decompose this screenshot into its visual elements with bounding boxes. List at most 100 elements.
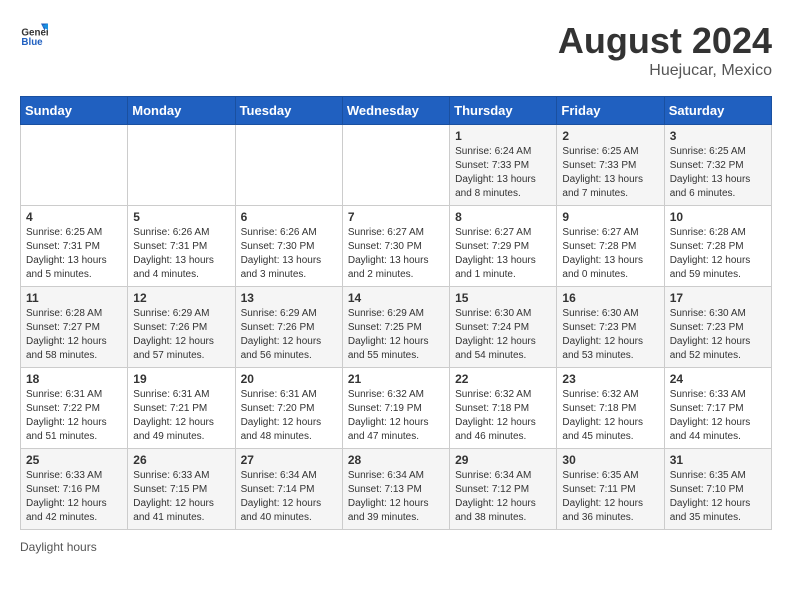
- calendar-cell: 31 Sunrise: 6:35 AM Sunset: 7:10 PM Dayli…: [664, 449, 771, 530]
- calendar-cell: 27Sunrise: 6:34 AM Sunset: 7:14 PM Dayli…: [235, 449, 342, 530]
- day-info: Sunrise: 6:32 AM Sunset: 7:19 PM Dayligh…: [348, 388, 444, 444]
- day-info: Sunrise: 6:26 AM Sunset: 7:31 PM Dayligh…: [133, 226, 229, 282]
- calendar-cell: 22 Sunrise: 6:32 AM Sunset: 7:18 PM Dayli…: [450, 368, 557, 449]
- calendar-cell: 24 Sunrise: 6:33 AM Sunset: 7:17 PM Dayli…: [664, 368, 771, 449]
- calendar-cell: 25 Sunrise: 6:33 AM Sunset: 7:16 PM Dayli…: [21, 449, 128, 530]
- calendar-cell: 12Sunrise: 6:29 AM Sunset: 7:26 PM Dayli…: [128, 287, 235, 368]
- day-info: Sunrise: 6:28 AM Sunset: 7:27 PM Dayligh…: [26, 307, 122, 363]
- day-number: 24: [670, 372, 766, 386]
- day-number: 17: [670, 291, 766, 305]
- day-number: 25: [26, 453, 122, 467]
- day-info: Sunrise: 6:25 AM Sunset: 7:33 PM Dayligh…: [562, 145, 658, 201]
- title-block: August 2024 Huejucar, Mexico: [558, 20, 772, 80]
- calendar-cell: 20Sunrise: 6:31 AM Sunset: 7:20 PM Dayli…: [235, 368, 342, 449]
- day-number: 29: [455, 453, 551, 467]
- calendar-cell: 16 Sunrise: 6:30 AM Sunset: 7:23 PM Dayli…: [557, 287, 664, 368]
- day-info: Sunrise: 6:29 AM Sunset: 7:25 PM Dayligh…: [348, 307, 444, 363]
- day-info: Sunrise: 6:30 AM Sunset: 7:24 PM Dayligh…: [455, 307, 551, 363]
- day-number: 14: [348, 291, 444, 305]
- day-info: Sunrise: 6:32 AM Sunset: 7:18 PM Dayligh…: [455, 388, 551, 444]
- day-info: Sunrise: 6:26 AM Sunset: 7:30 PM Dayligh…: [241, 226, 337, 282]
- day-number: 22: [455, 372, 551, 386]
- day-info: Sunrise: 6:29 AM Sunset: 7:26 PM Dayligh…: [241, 307, 337, 363]
- calendar-cell: 6 Sunrise: 6:26 AM Sunset: 7:30 PM Daylig…: [235, 206, 342, 287]
- calendar-table: SundayMondayTuesdayWednesdayThursdayFrid…: [20, 96, 772, 530]
- calendar-cell: 18 Sunrise: 6:31 AM Sunset: 7:22 PM Dayli…: [21, 368, 128, 449]
- day-number: 18: [26, 372, 122, 386]
- day-number: 28: [348, 453, 444, 467]
- day-info: Sunrise: 6:31 AM Sunset: 7:22 PM Dayligh…: [26, 388, 122, 444]
- calendar-cell: 29 Sunrise: 6:34 AM Sunset: 7:12 PM Dayli…: [450, 449, 557, 530]
- calendar-cell: 17 Sunrise: 6:30 AM Sunset: 7:23 PM Dayli…: [664, 287, 771, 368]
- day-info: Sunrise: 6:34 AM Sunset: 7:13 PM Dayligh…: [348, 469, 444, 525]
- month-year: August 2024: [558, 20, 772, 62]
- day-info: Sunrise: 6:30 AM Sunset: 7:23 PM Dayligh…: [562, 307, 658, 363]
- day-number: 19: [133, 372, 229, 386]
- day-number: 5: [133, 210, 229, 224]
- weekday-header-friday: Friday: [557, 97, 664, 125]
- day-number: 4: [26, 210, 122, 224]
- calendar-cell: 14 Sunrise: 6:29 AM Sunset: 7:25 PM Dayli…: [342, 287, 449, 368]
- calendar-cell: 3Sunrise: 6:25 AM Sunset: 7:32 PM Daylig…: [664, 125, 771, 206]
- calendar-cell: 30 Sunrise: 6:35 AM Sunset: 7:11 PM Dayli…: [557, 449, 664, 530]
- day-info: Sunrise: 6:30 AM Sunset: 7:23 PM Dayligh…: [670, 307, 766, 363]
- logo: General Blue: [20, 20, 48, 48]
- day-number: 30: [562, 453, 658, 467]
- weekday-header-saturday: Saturday: [664, 97, 771, 125]
- day-number: 13: [241, 291, 337, 305]
- day-info: Sunrise: 6:27 AM Sunset: 7:29 PM Dayligh…: [455, 226, 551, 282]
- day-number: 3: [670, 129, 766, 143]
- calendar-cell: 5 Sunrise: 6:26 AM Sunset: 7:31 PM Daylig…: [128, 206, 235, 287]
- day-number: 1: [455, 129, 551, 143]
- logo-icon: General Blue: [20, 20, 48, 48]
- day-number: 27: [241, 453, 337, 467]
- calendar-cell: 15 Sunrise: 6:30 AM Sunset: 7:24 PM Dayli…: [450, 287, 557, 368]
- footer: Daylight hours: [20, 540, 772, 554]
- day-number: 31: [670, 453, 766, 467]
- calendar-cell: 13 Sunrise: 6:29 AM Sunset: 7:26 PM Dayli…: [235, 287, 342, 368]
- weekday-header-wednesday: Wednesday: [342, 97, 449, 125]
- day-info: Sunrise: 6:33 AM Sunset: 7:15 PM Dayligh…: [133, 469, 229, 525]
- day-info: Sunrise: 6:35 AM Sunset: 7:10 PM Dayligh…: [670, 469, 766, 525]
- day-number: 15: [455, 291, 551, 305]
- day-number: 10: [670, 210, 766, 224]
- day-info: Sunrise: 6:35 AM Sunset: 7:11 PM Dayligh…: [562, 469, 658, 525]
- day-number: 21: [348, 372, 444, 386]
- day-number: 11: [26, 291, 122, 305]
- day-info: Sunrise: 6:33 AM Sunset: 7:16 PM Dayligh…: [26, 469, 122, 525]
- calendar-cell: [21, 125, 128, 206]
- day-info: Sunrise: 6:24 AM Sunset: 7:33 PM Dayligh…: [455, 145, 551, 201]
- day-info: Sunrise: 6:33 AM Sunset: 7:17 PM Dayligh…: [670, 388, 766, 444]
- day-info: Sunrise: 6:34 AM Sunset: 7:12 PM Dayligh…: [455, 469, 551, 525]
- page-header: General Blue August 2024 Huejucar, Mexic…: [20, 20, 772, 80]
- day-info: Sunrise: 6:25 AM Sunset: 7:31 PM Dayligh…: [26, 226, 122, 282]
- day-info: Sunrise: 6:28 AM Sunset: 7:28 PM Dayligh…: [670, 226, 766, 282]
- calendar-cell: 7 Sunrise: 6:27 AM Sunset: 7:30 PM Daylig…: [342, 206, 449, 287]
- calendar-cell: 8Sunrise: 6:27 AM Sunset: 7:29 PM Daylig…: [450, 206, 557, 287]
- location: Huejucar, Mexico: [558, 62, 772, 80]
- calendar-cell: [235, 125, 342, 206]
- day-info: Sunrise: 6:27 AM Sunset: 7:28 PM Dayligh…: [562, 226, 658, 282]
- calendar-cell: 19Sunrise: 6:31 AM Sunset: 7:21 PM Dayli…: [128, 368, 235, 449]
- calendar-cell: 9 Sunrise: 6:27 AM Sunset: 7:28 PM Daylig…: [557, 206, 664, 287]
- day-info: Sunrise: 6:31 AM Sunset: 7:20 PM Dayligh…: [241, 388, 337, 444]
- day-number: 26: [133, 453, 229, 467]
- svg-text:Blue: Blue: [21, 37, 43, 48]
- daylight-hours-label: Daylight hours: [20, 540, 97, 554]
- calendar-cell: 10 Sunrise: 6:28 AM Sunset: 7:28 PM Dayli…: [664, 206, 771, 287]
- weekday-header-tuesday: Tuesday: [235, 97, 342, 125]
- day-number: 6: [241, 210, 337, 224]
- day-number: 2: [562, 129, 658, 143]
- weekday-header-sunday: Sunday: [21, 97, 128, 125]
- day-number: 23: [562, 372, 658, 386]
- calendar-cell: 1 Sunrise: 6:24 AM Sunset: 7:33 PM Daylig…: [450, 125, 557, 206]
- day-number: 16: [562, 291, 658, 305]
- day-number: 9: [562, 210, 658, 224]
- day-number: 12: [133, 291, 229, 305]
- calendar-cell: 21 Sunrise: 6:32 AM Sunset: 7:19 PM Dayli…: [342, 368, 449, 449]
- calendar-cell: 2 Sunrise: 6:25 AM Sunset: 7:33 PM Daylig…: [557, 125, 664, 206]
- calendar-cell: [342, 125, 449, 206]
- day-number: 7: [348, 210, 444, 224]
- day-info: Sunrise: 6:32 AM Sunset: 7:18 PM Dayligh…: [562, 388, 658, 444]
- day-info: Sunrise: 6:27 AM Sunset: 7:30 PM Dayligh…: [348, 226, 444, 282]
